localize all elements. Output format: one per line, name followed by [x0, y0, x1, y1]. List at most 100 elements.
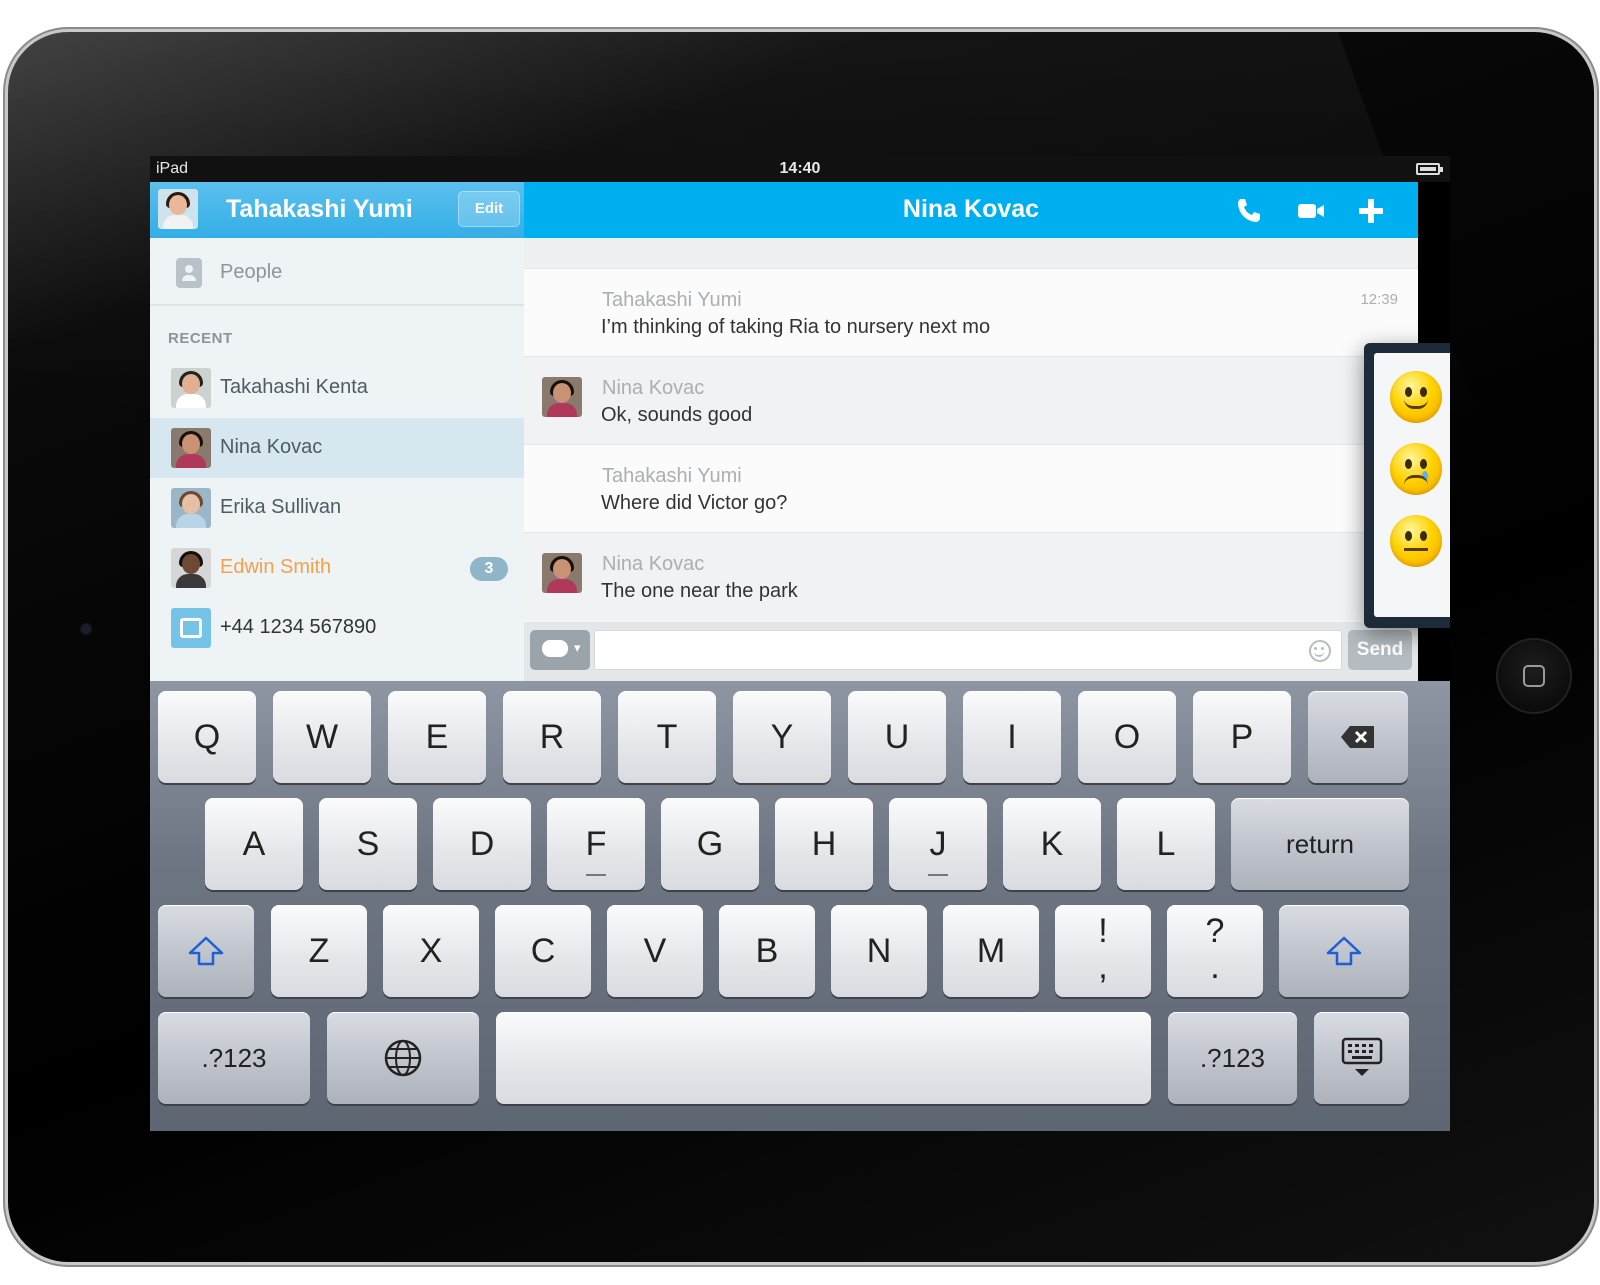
key-c[interactable]: C	[495, 905, 591, 997]
key-u[interactable]: U	[848, 691, 946, 783]
conversation-subbar	[524, 238, 1418, 268]
contact-item-takahashi-kenta[interactable]: Takahashi Kenta	[150, 358, 532, 418]
key-v[interactable]: V	[607, 905, 703, 997]
backspace-key[interactable]	[1308, 691, 1408, 783]
key-w[interactable]: W	[273, 691, 371, 783]
message-item[interactable]: Tahakashi Yumi 12:39 I’m thinking of tak…	[524, 268, 1418, 356]
message-type-button[interactable]	[530, 630, 590, 670]
unread-badge: 3	[470, 557, 508, 581]
space-key[interactable]	[496, 1012, 1151, 1104]
shift-key-left[interactable]	[158, 905, 254, 997]
key-h[interactable]: H	[775, 798, 873, 890]
backspace-icon	[1341, 726, 1374, 748]
screen: iPad 14:40 Tahakashi Yumi Edit People RE…	[150, 156, 1450, 1131]
emoticon-picker	[1364, 343, 1450, 628]
message-item[interactable]: Tahakashi Yumi Where did Victor go?	[524, 444, 1418, 532]
key-label-top: !	[1098, 912, 1108, 950]
sidebar-header: Tahakashi Yumi Edit	[150, 182, 532, 238]
return-key[interactable]: return	[1231, 798, 1409, 890]
key-m[interactable]: M	[943, 905, 1039, 997]
contact-name: Nina Kovac	[220, 436, 323, 458]
people-item[interactable]: People	[150, 238, 532, 306]
message-item[interactable]: Nina Kovac The one near the park	[524, 532, 1418, 620]
key-a[interactable]: A	[205, 798, 303, 890]
message-text: The one near the park	[601, 580, 798, 602]
message-sender: Tahakashi Yumi	[602, 465, 742, 487]
key-t[interactable]: T	[618, 691, 716, 783]
key-q[interactable]: Q	[158, 691, 256, 783]
status-bar: iPad 14:40	[150, 156, 1450, 182]
shift-icon	[188, 936, 224, 966]
add-icon[interactable]	[1356, 196, 1386, 226]
contact-item-phone-number[interactable]: +44 1234 567890	[150, 598, 532, 658]
compose-bar: Send	[524, 622, 1418, 681]
message-item[interactable]: Nina Kovac Ok, sounds good	[524, 356, 1418, 444]
contact-item-erika-sullivan[interactable]: Erika Sullivan	[150, 478, 532, 538]
message-input[interactable]	[594, 630, 1342, 670]
key-g[interactable]: G	[661, 798, 759, 890]
key-label-bottom: .	[1210, 948, 1220, 986]
key-k[interactable]: K	[1003, 798, 1101, 890]
call-icon[interactable]	[1234, 196, 1264, 226]
numbers-key-right[interactable]: .?123	[1168, 1012, 1297, 1104]
key-x[interactable]: X	[383, 905, 479, 997]
globe-key[interactable]	[327, 1012, 479, 1104]
phone-contact-icon	[171, 608, 211, 648]
emoticon-icon[interactable]	[1309, 640, 1331, 662]
key-b[interactable]: B	[719, 905, 815, 997]
shift-icon	[1326, 936, 1362, 966]
key-f[interactable]: F	[547, 798, 645, 890]
globe-icon	[384, 1039, 422, 1077]
front-camera	[81, 624, 91, 634]
key-z[interactable]: Z	[271, 905, 367, 997]
key-d[interactable]: D	[433, 798, 531, 890]
send-button[interactable]: Send	[1348, 630, 1412, 670]
home-square-icon	[1523, 665, 1545, 687]
contact-name: Takahashi Kenta	[220, 376, 368, 398]
key-p[interactable]: P	[1193, 691, 1291, 783]
key-question-period[interactable]: ?.	[1167, 905, 1263, 997]
grumpy-emoji-icon[interactable]	[1390, 515, 1442, 567]
contact-name: Edwin Smith	[220, 556, 332, 578]
user-avatar[interactable]	[158, 189, 198, 229]
key-y[interactable]: Y	[733, 691, 831, 783]
contact-card-icon	[176, 258, 202, 288]
people-label: People	[220, 261, 283, 283]
key-i[interactable]: I	[963, 691, 1061, 783]
conversation-title: Nina Kovac	[902, 195, 1040, 223]
numbers-key-left[interactable]: .?123	[158, 1012, 310, 1104]
smile-emoji-icon[interactable]	[1390, 371, 1442, 423]
key-s[interactable]: S	[319, 798, 417, 890]
dismiss-keyboard-key[interactable]	[1314, 1012, 1409, 1104]
key-e[interactable]: E	[388, 691, 486, 783]
message-sender: Nina Kovac	[602, 377, 705, 399]
conversation-pane: Nina Kovac Tahakashi Yumi 12:39 I’m thin…	[524, 182, 1450, 681]
emoticon-grid	[1374, 353, 1450, 617]
key-j[interactable]: J	[889, 798, 987, 890]
key-l[interactable]: L	[1117, 798, 1215, 890]
contact-item-nina-kovac[interactable]: Nina Kovac	[150, 418, 532, 478]
user-name: Tahakashi Yumi	[226, 195, 413, 223]
onscreen-keyboard: Q W E R T Y U I O P A S D F G H J K L re…	[150, 681, 1450, 1131]
key-n[interactable]: N	[831, 905, 927, 997]
sender-avatar	[542, 377, 582, 417]
avatar	[171, 428, 211, 468]
page-indicator[interactable]	[1374, 593, 1450, 611]
sidebar: Tahakashi Yumi Edit People RECENT Takaha…	[150, 182, 532, 681]
key-o[interactable]: O	[1078, 691, 1176, 783]
status-time: 14:40	[779, 160, 821, 177]
message-time: 12:39	[1360, 291, 1398, 308]
home-button[interactable]	[1498, 640, 1570, 712]
shift-key-right[interactable]	[1279, 905, 1409, 997]
cry-emoji-icon[interactable]	[1390, 443, 1442, 495]
contact-item-edwin-smith[interactable]: Edwin Smith 3	[150, 538, 532, 598]
video-call-icon[interactable]	[1296, 196, 1326, 226]
message-text: I’m thinking of taking Ria to nursery ne…	[601, 316, 991, 338]
key-r[interactable]: R	[503, 691, 601, 783]
key-exclaim-comma[interactable]: !,	[1055, 905, 1151, 997]
key-label-bottom: ,	[1098, 948, 1108, 986]
edit-button[interactable]: Edit	[458, 191, 520, 227]
key-label-top: ?	[1205, 912, 1225, 950]
key-label: J	[929, 825, 947, 863]
contact-name: Erika Sullivan	[220, 496, 342, 518]
